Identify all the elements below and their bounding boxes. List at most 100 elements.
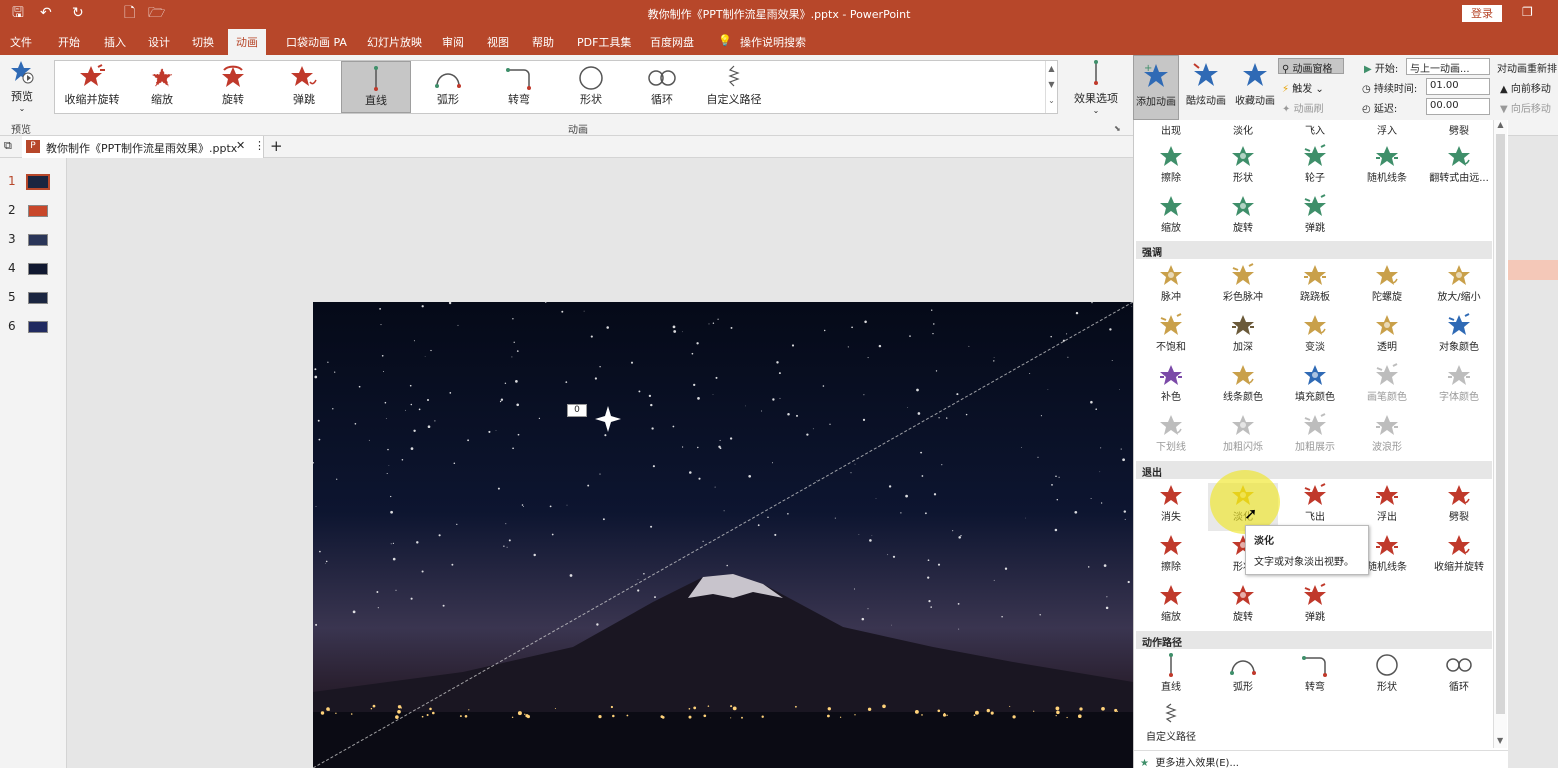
- tab-view[interactable]: 视图: [487, 34, 509, 50]
- slide-thumbnail[interactable]: 6: [0, 317, 60, 339]
- tab-help[interactable]: 帮助: [532, 34, 554, 50]
- new-tab-button[interactable]: +: [270, 137, 283, 155]
- tab-file[interactable]: 文件: [10, 34, 32, 50]
- entrance-effect-item[interactable]: 劈裂: [1424, 122, 1494, 137]
- emphasis-effect-item[interactable]: 加粗展示: [1280, 413, 1350, 461]
- restore-window-icon[interactable]: ❐: [1522, 5, 1533, 19]
- tab-insert[interactable]: 插入: [104, 34, 126, 50]
- motion-path-item[interactable]: 直线: [1136, 653, 1206, 701]
- tell-me-search[interactable]: 操作说明搜索: [740, 34, 806, 50]
- slide[interactable]: 0: [313, 302, 1133, 768]
- move-earlier-button[interactable]: ▲ 向前移动: [1500, 80, 1551, 95]
- login-button[interactable]: 登录: [1462, 5, 1502, 22]
- entrance-effect-item[interactable]: 随机线条: [1352, 144, 1422, 192]
- emphasis-effect-item[interactable]: 陀螺旋: [1352, 263, 1422, 311]
- exit-effect-item[interactable]: 旋转: [1208, 583, 1278, 631]
- exit-effect-item[interactable]: 浮出: [1352, 483, 1422, 531]
- tab-animations[interactable]: 动画: [228, 29, 266, 55]
- emphasis-effect-item[interactable]: 线条颜色: [1208, 363, 1278, 411]
- cool-animation-button[interactable]: 酷炫动画: [1183, 61, 1229, 107]
- gallery-item-turn[interactable]: 转弯: [484, 61, 554, 113]
- animation-painter-button[interactable]: ✦ 动画刷: [1282, 100, 1324, 115]
- motion-path-item[interactable]: 转弯: [1280, 653, 1350, 701]
- animation-order-tag[interactable]: 0: [567, 404, 587, 417]
- close-icon[interactable]: ✕: [236, 139, 245, 152]
- slide-thumbnail[interactable]: 3: [0, 230, 60, 252]
- emphasis-effect-item[interactable]: 脉冲: [1136, 263, 1206, 311]
- tab-pdf-tools[interactable]: PDF工具集: [577, 34, 631, 50]
- emphasis-effect-item[interactable]: 补色: [1136, 363, 1206, 411]
- entrance-effect-item[interactable]: 浮入: [1352, 122, 1422, 137]
- slide-thumbnail[interactable]: 1: [0, 172, 60, 194]
- gallery-item-bounce[interactable]: 弹跳: [269, 61, 339, 113]
- gallery-item-line[interactable]: 直线: [341, 61, 411, 113]
- gallery-item-arc[interactable]: 弧形: [413, 61, 483, 113]
- entrance-effect-item[interactable]: 形状: [1208, 144, 1278, 192]
- entrance-effect-item[interactable]: 飞入: [1280, 122, 1350, 137]
- emphasis-effect-item[interactable]: 波浪形: [1352, 413, 1422, 461]
- emphasis-effect-item[interactable]: 加粗闪烁: [1208, 413, 1278, 461]
- motion-path-item[interactable]: 形状: [1352, 653, 1422, 701]
- trigger-button[interactable]: ⚡ 触发 ⌄: [1282, 80, 1324, 95]
- exit-effect-item[interactable]: 劈裂: [1424, 483, 1494, 531]
- scroll-thumb[interactable]: [1496, 134, 1505, 714]
- delay-input[interactable]: 00.00: [1426, 98, 1490, 115]
- effect-options-button[interactable]: 效果选项 ⌄: [1072, 59, 1120, 115]
- emphasis-effect-item[interactable]: 彩色脉冲: [1208, 263, 1278, 311]
- duration-input[interactable]: 01.00: [1426, 78, 1490, 95]
- exit-effect-item[interactable]: 收缩并旋转: [1424, 533, 1494, 581]
- motion-path-item[interactable]: 自定义路径: [1136, 703, 1206, 751]
- exit-effect-item[interactable]: 消失: [1136, 483, 1206, 531]
- emphasis-effect-item[interactable]: 填充颜色: [1280, 363, 1350, 411]
- tab-list-icon[interactable]: ⧉: [4, 139, 12, 153]
- dialog-launcher-icon[interactable]: ⬊: [1114, 124, 1121, 133]
- entrance-effect-item[interactable]: 擦除: [1136, 144, 1206, 192]
- entrance-effect-item[interactable]: 轮子: [1280, 144, 1350, 192]
- emphasis-effect-item[interactable]: 下划线: [1136, 413, 1206, 461]
- dropdown-scrollbar[interactable]: ▲ ▼: [1493, 120, 1507, 748]
- tab-design[interactable]: 设计: [148, 34, 170, 50]
- gallery-item-shape[interactable]: 形状: [556, 61, 626, 113]
- gallery-item-loop[interactable]: 循环: [627, 61, 697, 113]
- gallery-item-shrink-turn[interactable]: 收缩并旋转: [57, 61, 127, 113]
- emphasis-effect-item[interactable]: 跷跷板: [1280, 263, 1350, 311]
- emphasis-effect-item[interactable]: 变淡: [1280, 313, 1350, 361]
- motion-path-item[interactable]: 弧形: [1208, 653, 1278, 701]
- exit-effect-item[interactable]: 缩放: [1136, 583, 1206, 631]
- motion-path-item[interactable]: 循环: [1424, 653, 1494, 701]
- emphasis-effect-item[interactable]: 画笔颜色: [1352, 363, 1422, 411]
- tab-transitions[interactable]: 切换: [192, 34, 214, 50]
- entrance-effect-item[interactable]: 淡化: [1208, 122, 1278, 137]
- move-later-button[interactable]: ▼ 向后移动: [1500, 100, 1551, 115]
- scroll-down-icon[interactable]: ▼: [1497, 736, 1503, 745]
- more-entrance-effects[interactable]: ★ 更多进入效果(E)...: [1134, 750, 1508, 768]
- emphasis-effect-item[interactable]: 字体颜色: [1424, 363, 1494, 411]
- emphasis-effect-item[interactable]: 对象颜色: [1424, 313, 1494, 361]
- gallery-item-spin[interactable]: 旋转: [198, 61, 268, 113]
- exit-effect-item[interactable]: 擦除: [1136, 533, 1206, 581]
- gallery-item-zoom[interactable]: 缩放: [127, 61, 197, 113]
- favorite-animation-button[interactable]: 收藏动画: [1232, 61, 1278, 107]
- tab-slideshow[interactable]: 幻灯片放映: [367, 34, 422, 50]
- entrance-effect-item[interactable]: 缩放: [1136, 194, 1206, 242]
- gallery-item-custom-path[interactable]: 自定义路径: [699, 61, 769, 113]
- tab-pocket-animation[interactable]: 口袋动画 PA: [286, 34, 347, 50]
- entrance-effect-item[interactable]: 翻转式由远...: [1424, 144, 1494, 192]
- tab-home[interactable]: 开始: [58, 34, 80, 50]
- document-tab[interactable]: P 教你制作《PPT制作流星雨效果》.pptx ✕ ⋮: [22, 136, 265, 158]
- start-select[interactable]: 与上一动画...: [1406, 58, 1490, 75]
- add-animation-button[interactable]: + 添加动画: [1133, 55, 1179, 120]
- entrance-effect-item[interactable]: 弹跳: [1280, 194, 1350, 242]
- tab-review[interactable]: 审阅: [442, 34, 464, 50]
- preview-button[interactable]: 预览 ⌄: [4, 59, 40, 115]
- emphasis-effect-item[interactable]: 加深: [1208, 313, 1278, 361]
- exit-effect-item[interactable]: 飞出: [1280, 483, 1350, 531]
- emphasis-effect-item[interactable]: 透明: [1352, 313, 1422, 361]
- scroll-up-icon[interactable]: ▲: [1494, 120, 1507, 129]
- emphasis-effect-item[interactable]: 不饱和: [1136, 313, 1206, 361]
- slide-thumbnail[interactable]: 2: [0, 201, 60, 223]
- tab-baidu-netdisk[interactable]: 百度网盘: [650, 34, 694, 50]
- slide-thumbnail[interactable]: 4: [0, 259, 60, 281]
- entrance-effect-item[interactable]: 旋转: [1208, 194, 1278, 242]
- exit-effect-item[interactable]: 弹跳: [1280, 583, 1350, 631]
